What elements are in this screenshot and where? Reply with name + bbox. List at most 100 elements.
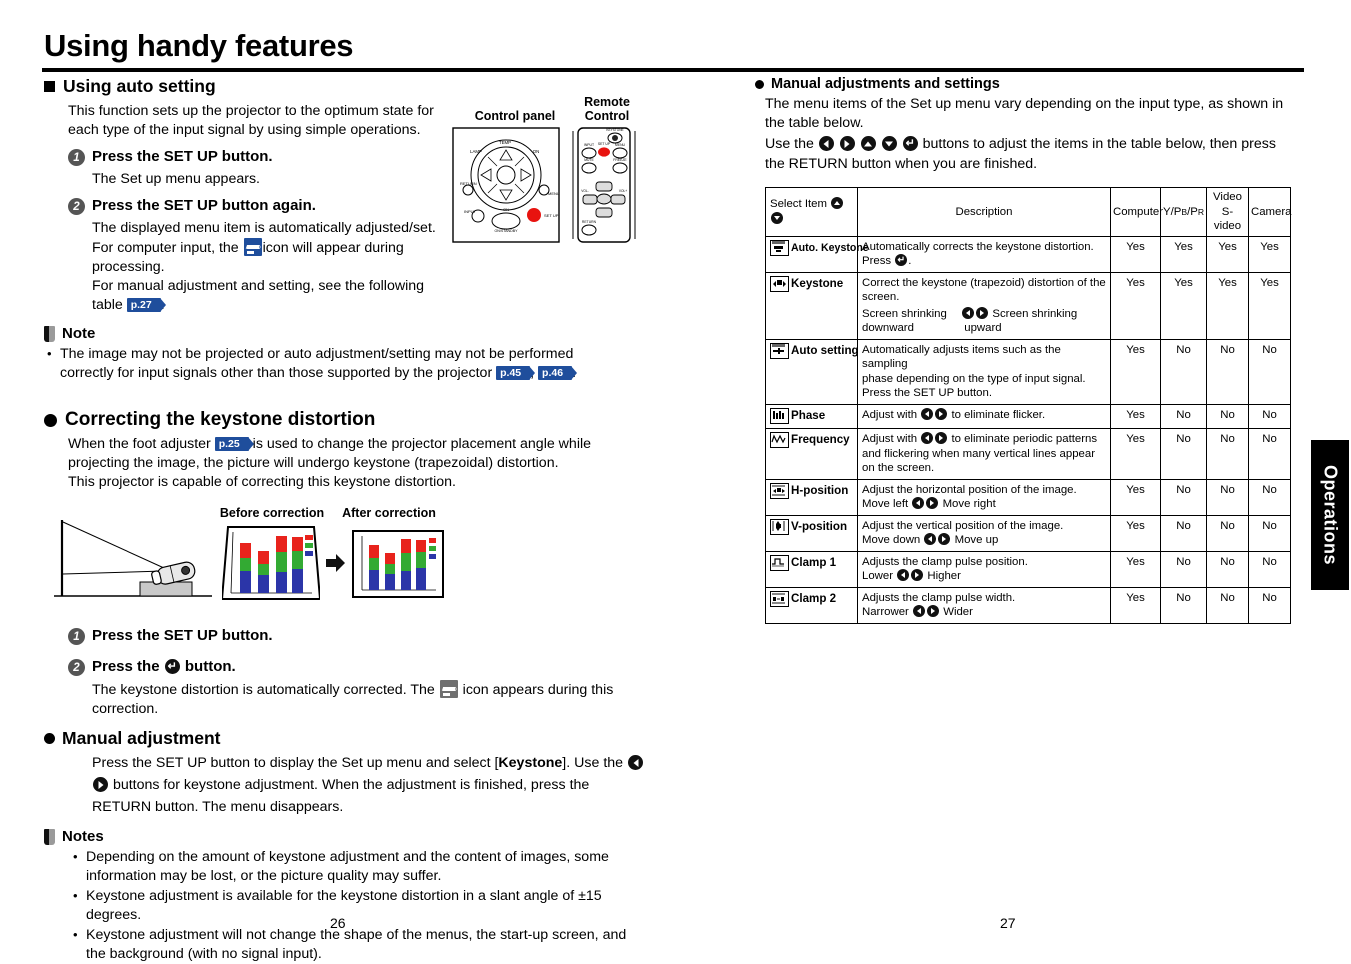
left-button-icon[interactable] (628, 755, 643, 770)
auto-keystone-processing-icon: AUTO (439, 680, 458, 698)
note-item: Keystone adjustment will not change the … (70, 925, 640, 964)
transform-arrow-icon (326, 554, 345, 572)
down-button-icon[interactable] (771, 211, 783, 224)
left-button-icon[interactable] (913, 605, 926, 617)
step-number: 2 (68, 659, 85, 676)
row-desc: Adjust with to eliminate flicker. (857, 403, 1111, 429)
section-heading-auto-setting: Using auto setting (44, 76, 664, 97)
keystone-illustration: Before correction After correction (44, 506, 664, 610)
page-ref-badge[interactable]: p.46 (538, 366, 578, 380)
left-button-icon[interactable] (912, 497, 925, 509)
text-fragment: Narrower (862, 606, 909, 618)
text-fragment: Press (862, 255, 892, 267)
operations-side-tab: Operations (1311, 440, 1349, 590)
cell-camera: No (1248, 478, 1291, 516)
side-tab-label: Operations (1320, 464, 1341, 566)
row-item-auto-setting[interactable]: Auto setting (765, 338, 859, 405)
page-ref-badge[interactable]: p.27 (126, 298, 166, 312)
svg-text:VOL+: VOL+ (619, 189, 627, 193)
phase-icon (770, 407, 789, 424)
row-item-keystone[interactable]: Keystone (765, 271, 858, 340)
settings-table: Select Item Description Computer Y/PB/PR… (765, 187, 1292, 624)
row-item-auto-keystone[interactable]: Auto. Keystone (765, 235, 869, 273)
right-button-icon[interactable] (938, 533, 951, 545)
manual-adjustment-body: Press the SET UP button to display the S… (92, 752, 652, 818)
cell-video: No (1206, 586, 1249, 624)
svg-text:SET UP: SET UP (598, 142, 611, 146)
left-button-icon[interactable] (897, 569, 910, 581)
cell-ypbpr: No (1160, 428, 1207, 480)
page-ref-badge[interactable]: p.45 (496, 366, 536, 380)
desc-line: Adjust with to eliminate flicker. (862, 407, 1106, 423)
note-heading: Note (44, 325, 664, 342)
left-button-icon[interactable] (921, 407, 934, 420)
left-button-icon[interactable] (921, 432, 934, 444)
row-item-frequency[interactable]: Frequency (765, 428, 858, 480)
caption-after-correction: After correction (342, 506, 436, 520)
text-fragment: Adjust with (862, 408, 918, 421)
right-button-icon[interactable] (976, 306, 989, 319)
section-heading-keystone: Correcting the keystone distortion (44, 409, 664, 431)
text-fragment: For computer input, the (92, 240, 239, 256)
text-fragment: Adjust with (862, 433, 918, 445)
text-fragment: upward (964, 322, 1002, 334)
control-panel-caption: Control panel (474, 109, 556, 123)
step-2-body-b: For computer input, the AUTOicon will ap… (92, 238, 452, 258)
right-button-icon[interactable] (839, 136, 855, 151)
enter-button-icon[interactable] (902, 136, 918, 151)
cell-ypbpr: Yes (1160, 271, 1207, 340)
enter-button-icon[interactable] (164, 659, 180, 674)
step-number: 1 (68, 149, 85, 166)
cell-camera: No (1248, 428, 1291, 480)
text-fragment: Use the (765, 136, 814, 152)
table-row: H-position Adjust the horizontal positio… (765, 478, 1291, 516)
right-button-icon[interactable] (927, 605, 940, 617)
cell-video: No (1206, 478, 1249, 516)
row-desc: Adjust with to eliminate periodic patter… (857, 428, 1111, 480)
right-button-icon[interactable] (935, 407, 948, 420)
enter-button-icon[interactable] (895, 254, 908, 266)
cell-camera: No (1248, 338, 1291, 405)
table-row: Phase Adjust with to eliminate flicker. … (765, 403, 1291, 429)
step-title: Press the button. (92, 657, 236, 676)
left-button-icon[interactable] (924, 533, 937, 545)
left-button-icon[interactable] (818, 136, 834, 151)
svg-text:SET UP: SET UP (544, 213, 559, 218)
right-intro-d: the RETURN button when you are finished. (765, 156, 1038, 172)
text-fragment: . (908, 255, 912, 267)
page-ref-badge[interactable]: p.25 (214, 437, 254, 451)
row-item-h-position[interactable]: H-position (765, 478, 858, 516)
right-button-icon[interactable] (926, 497, 939, 509)
cell-camera: No (1248, 586, 1291, 624)
round-bullet-icon (44, 733, 55, 744)
table-row: Frequency Adjust with to eliminate perio… (765, 428, 1291, 480)
note-label: Note (62, 325, 96, 342)
cell-computer: Yes (1110, 586, 1161, 624)
row-desc: Adjusts the clamp pulse width. Narrower … (857, 586, 1111, 624)
row-item-clamp-2[interactable]: Clamp 2 (765, 586, 858, 624)
right-button-icon[interactable] (935, 432, 948, 444)
text-fragment: Screen shrinking (862, 307, 947, 320)
right-button-icon[interactable] (911, 569, 924, 581)
cell-ypbpr: No (1160, 586, 1207, 624)
up-button-icon[interactable] (831, 197, 844, 210)
cell-ypbpr: No (1160, 478, 1207, 516)
round-bullet-icon (44, 413, 57, 427)
table-row: Keystone Correct the keystone (trapezoid… (765, 271, 1291, 340)
note-bookmark-icon (44, 325, 55, 342)
down-button-icon[interactable] (881, 136, 897, 151)
keystone-para-b: This projector is capable of correcting … (68, 474, 456, 490)
desc-line: Correct the keystone (trapezoid) distort… (862, 276, 1106, 289)
left-button-icon[interactable] (962, 306, 975, 319)
row-item-phase[interactable]: Phase (765, 403, 858, 429)
text-fragment: Wider (943, 606, 973, 618)
up-button-icon[interactable] (860, 136, 876, 151)
row-item-clamp-1[interactable]: Clamp 1 (765, 550, 858, 588)
desc-line: and flickering when many vertical lines … (862, 447, 1095, 460)
step-2-body-c: processing. (92, 259, 165, 275)
row-item-v-position[interactable]: V-position (765, 514, 858, 552)
right-button-icon[interactable] (93, 777, 108, 792)
desc-line: Press the SET UP button. (862, 387, 993, 399)
text-fragment: Higher (927, 570, 961, 582)
text-fragment: buttons to adjust the items in the table… (922, 136, 1276, 152)
